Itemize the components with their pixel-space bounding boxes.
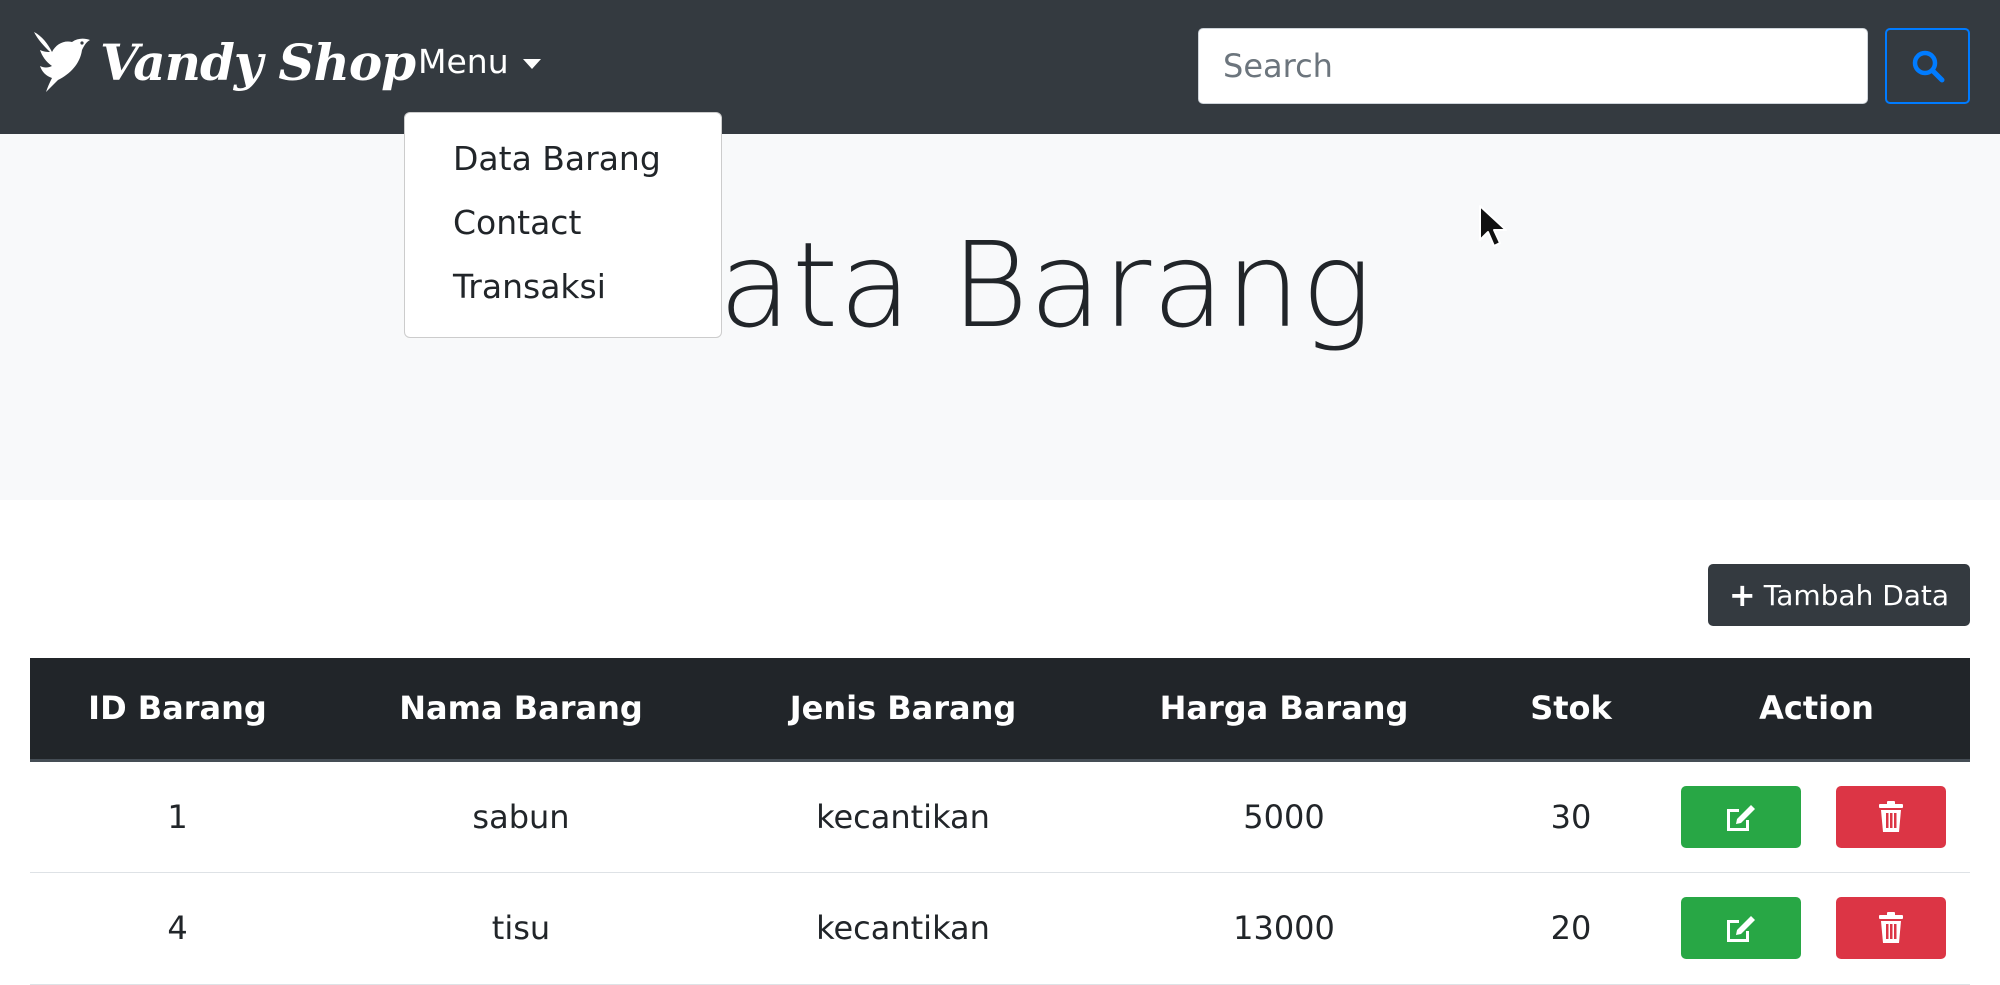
- edit-button[interactable]: [1681, 897, 1801, 959]
- bird-logo-icon: [34, 32, 90, 92]
- search-button[interactable]: [1885, 28, 1970, 104]
- table-row: 1 sabun kecantikan 5000 30: [30, 760, 1970, 873]
- cell-action: [1663, 872, 1970, 985]
- navbar: Vandy Shop Menu: [0, 0, 2000, 134]
- edit-icon: [1727, 804, 1755, 831]
- cell-harga: 13000: [1089, 872, 1479, 985]
- menu-label: Menu: [418, 42, 509, 81]
- search-icon: [1912, 50, 1944, 83]
- cell-harga: 5000: [1089, 760, 1479, 873]
- header-action: Action: [1663, 658, 1970, 762]
- edit-button[interactable]: [1681, 785, 1801, 848]
- dropdown-item-transaksi[interactable]: Transaksi: [453, 267, 606, 306]
- dropdown-item-contact[interactable]: Contact: [453, 203, 581, 242]
- cell-stok: 20: [1479, 872, 1663, 985]
- header-harga: Harga Barang: [1089, 658, 1479, 762]
- cell-action: [1663, 760, 1970, 873]
- cell-jenis: kecantikan: [717, 872, 1089, 985]
- plus-icon: +: [1728, 576, 1756, 614]
- jumbotron: Data Barang: [0, 134, 2000, 500]
- cell-id: 1: [30, 760, 325, 873]
- edit-icon: [1727, 916, 1755, 942]
- header-id: ID Barang: [30, 658, 325, 762]
- menu-dropdown-toggle[interactable]: Menu: [418, 42, 541, 81]
- search-input[interactable]: [1198, 28, 1868, 104]
- mouse-cursor-icon: [1479, 205, 1507, 247]
- dropdown-item-data-barang[interactable]: Data Barang: [453, 139, 661, 178]
- brand-link[interactable]: Vandy Shop: [32, 30, 416, 94]
- cell-id: 4: [30, 872, 325, 985]
- add-data-button[interactable]: + Tambah Data: [1708, 564, 1970, 626]
- trash-icon: [1879, 800, 1903, 832]
- header-jenis: Jenis Barang: [717, 658, 1089, 762]
- delete-button[interactable]: [1836, 897, 1946, 959]
- header-nama: Nama Barang: [325, 658, 717, 762]
- trash-icon: [1879, 912, 1903, 943]
- data-table: ID Barang Nama Barang Jenis Barang Harga…: [30, 658, 1970, 985]
- cell-jenis: kecantikan: [717, 760, 1089, 873]
- cell-nama: tisu: [325, 872, 717, 985]
- caret-down-icon: [522, 58, 541, 69]
- add-data-label: Tambah Data: [1763, 578, 1950, 612]
- cell-stok: 30: [1479, 760, 1663, 873]
- table-row: 4 tisu kecantikan 13000 20: [30, 872, 1970, 985]
- delete-button[interactable]: [1836, 785, 1946, 848]
- table-header-row: ID Barang Nama Barang Jenis Barang Harga…: [30, 658, 1970, 762]
- header-stok: Stok: [1479, 658, 1663, 762]
- cell-nama: sabun: [325, 760, 717, 873]
- menu-dropdown: Data Barang Contact Transaksi: [404, 112, 722, 338]
- brand-name: Vandy Shop: [100, 32, 416, 92]
- page-title: Data Barang: [626, 216, 1374, 354]
